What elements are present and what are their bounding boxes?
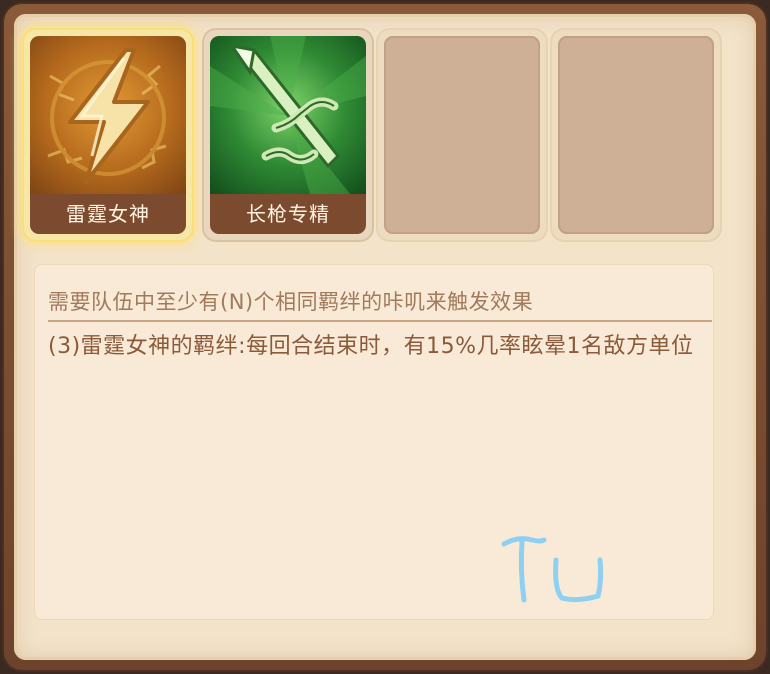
bond-requirement-text: 需要队伍中至少有(N)个相同羁绊的咔叽来触发效果 [48, 290, 534, 314]
bond-slot-empty[interactable] [552, 30, 720, 240]
empty-slot-card [558, 36, 714, 234]
bond-slot-row: 雷霆女神 长枪专精 [24, 30, 724, 250]
divider [48, 320, 712, 322]
bond-slot-lance-mastery[interactable]: 长枪专精 [204, 30, 372, 240]
bond-slot-thunder-goddess[interactable]: 雷霆女神 [24, 30, 192, 240]
lightning-icon [30, 36, 186, 194]
bond-effect-text: (3)雷霆女神的羁绊:每回合结束时，有15%几率眩晕1名敌方单位 [48, 334, 694, 359]
empty-slot-card [384, 36, 540, 234]
lance-icon [210, 36, 366, 194]
bond-card: 雷霆女神 [30, 36, 186, 234]
bond-label: 雷霆女神 [30, 194, 186, 234]
bond-slot-empty[interactable] [378, 30, 546, 240]
bond-label: 长枪专精 [210, 194, 366, 234]
watermark-signature [501, 536, 604, 603]
bond-card: 长枪专精 [210, 36, 366, 234]
